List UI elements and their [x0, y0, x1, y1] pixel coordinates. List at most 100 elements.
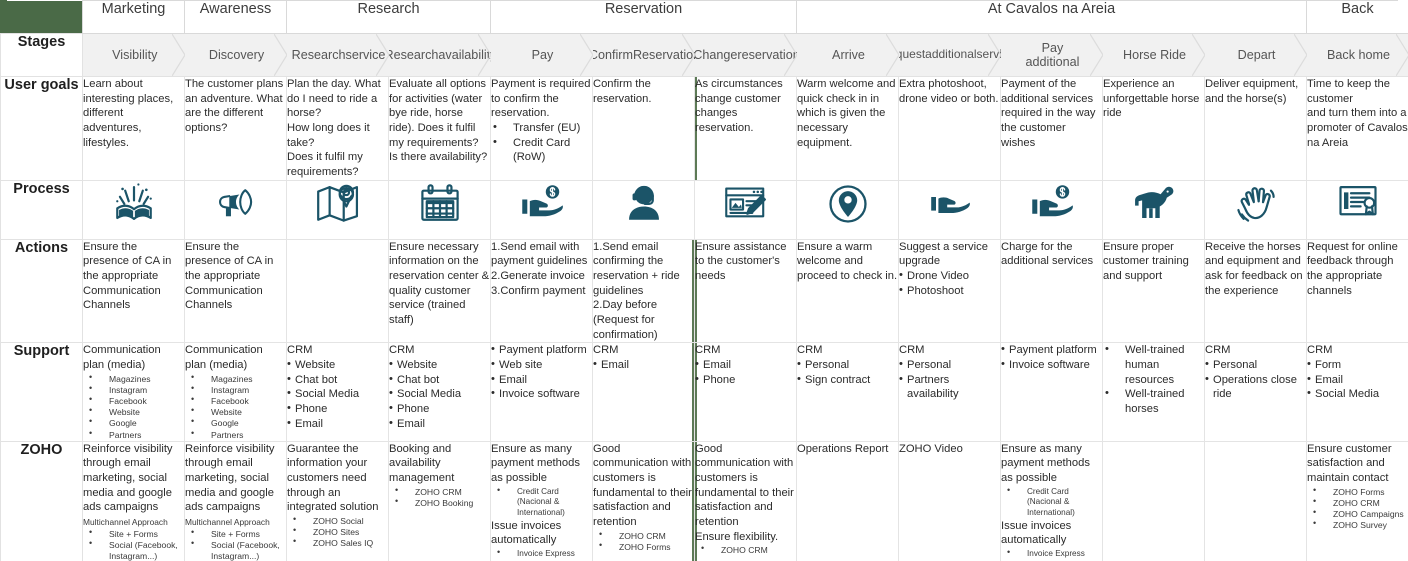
row-label-user-goals: User goals [0, 76, 83, 181]
support-title: CRM [695, 344, 721, 357]
phase-header-row: Marketing Awareness Research Reservation… [0, 0, 1408, 34]
journey-map-canvas: Marketing Awareness Research Reservation… [0, 0, 1408, 561]
process-cell-research-availability [388, 179, 491, 240]
stage-label-line2: availability [438, 47, 491, 62]
megaphone-icon [218, 188, 252, 216]
list-item: Web site [492, 357, 592, 373]
list-item: Site + Forms [84, 527, 184, 540]
location-pin-circle-icon [828, 185, 867, 223]
action-visibility: Ensure the presence of CA in the appropr… [82, 238, 185, 344]
user-goal-confirm-reservation: Confirm the reservation. [592, 76, 695, 181]
support-bullet-list: Website Chat bot Social Media Phone Emai… [390, 357, 490, 431]
list-item: Photoshoot [900, 283, 1000, 299]
stage-discovery[interactable]: Discovery [184, 33, 287, 77]
support-bullet-list: Payment platform Invoice software [1002, 344, 1102, 373]
stage-research-availability[interactable]: Researchavailability [388, 33, 491, 77]
payment-method-list: Transfer (EU) Credit Card (RoW) [492, 120, 592, 165]
stage-label-line2: Reservation [632, 47, 695, 62]
support-title: CRM [287, 344, 313, 357]
user-goal-arrive: Warm welcome and quick check in in which… [796, 76, 899, 181]
stage-label: Confirm [592, 47, 633, 62]
stage-arrive[interactable]: Arrive [796, 33, 899, 77]
list-item: Personal [1206, 357, 1306, 373]
zoho-sub-list: Credit Card (Nacional & International) [492, 485, 592, 519]
user-goal-pay: Payment is required to confirm the reser… [490, 76, 593, 181]
action-arrive: Ensure a warm welcome and proceed to che… [796, 238, 899, 344]
list-item: Phone [696, 372, 796, 388]
support-change-reservation: CRM Email Phone [694, 342, 797, 442]
zoho-sub-list: ZOHO CRM [696, 543, 796, 556]
zoho-request-additional-services: ZOHO Video [898, 440, 1001, 561]
list-item: Website [390, 357, 490, 373]
list-item: Social (Facebook, Instagram...) [186, 538, 286, 561]
process-cell-arrive [796, 179, 899, 240]
hand-money-icon [1031, 184, 1073, 216]
list-item: Credit Card (RoW) [492, 135, 592, 165]
action-back-home: Request for online feedback through the … [1306, 238, 1408, 344]
process-cell-visibility [82, 179, 185, 240]
list-item: Well-trained human resources [1104, 344, 1204, 388]
stage-label: Discovery [208, 47, 265, 62]
row-label-zoho: ZOHO [0, 440, 83, 561]
list-item: Invoice software [1002, 357, 1102, 373]
support-depart: CRM Personal Operations close ride [1204, 342, 1307, 442]
stage-back-home[interactable]: Back home [1306, 33, 1408, 77]
list-item: Transfer (EU) [492, 120, 592, 136]
support-bullet-list: Website Chat bot Social Media Phone Emai… [288, 357, 388, 431]
zoho-horse-ride [1102, 440, 1205, 561]
stage-confirm-reservation[interactable]: ConfirmReservation [592, 33, 695, 77]
stage-change-reservation[interactable]: Changereservation [694, 33, 797, 77]
stage-label: Request [899, 47, 926, 62]
stage-research-service[interactable]: Researchservice [286, 33, 389, 77]
action-research-service [286, 238, 389, 344]
open-book-sparkles-icon [115, 183, 152, 220]
hand-offer-icon [930, 196, 970, 213]
zoho-change-reservation: Good communication with customers is fun… [694, 440, 797, 561]
stage-visibility[interactable]: Visibility [82, 33, 185, 77]
list-item: Invoice Express [1002, 547, 1102, 560]
stage-pay-additional[interactable]: Pay additional [1000, 33, 1103, 77]
list-item: ZOHO Booking [390, 496, 490, 509]
stage-horse-ride[interactable]: Horse Ride [1102, 33, 1205, 77]
list-item: Partners [186, 428, 286, 441]
support-bullet-list: Payment platform Web site Email Invoice … [492, 344, 592, 402]
decorative-corner [1398, 0, 1408, 10]
action-change-reservation: Ensure assistance to the customer's need… [694, 238, 797, 344]
list-item: Chat bot [288, 372, 388, 388]
list-item: Social Media [390, 386, 490, 402]
browser-edit-icon [724, 187, 766, 218]
action-confirm-reservation: 1.Send email confirming the reservation … [592, 238, 695, 344]
list-item: ZOHO Sites [288, 525, 388, 538]
stage-label: Visibility [112, 47, 158, 62]
stage-label: Pay additional [1025, 40, 1080, 69]
user-goal-depart: Deliver equipment, and the horse(s) [1204, 76, 1307, 181]
process-row: Process [0, 179, 1408, 240]
action-research-availability: Ensure necessary information on the rese… [388, 238, 491, 344]
process-cell-depart [1204, 179, 1307, 240]
support-back-home: CRM Form Email Social Media [1306, 342, 1408, 442]
zoho-confirm-reservation: Good communication with customers is fun… [592, 440, 695, 561]
list-item: ZOHO Sales IQ [288, 536, 388, 549]
list-item: Social Media [1308, 386, 1408, 402]
user-goal-visibility: Learn about interesting places, differen… [82, 76, 185, 181]
zoho-research-availability: Booking and availability management ZOHO… [388, 440, 491, 561]
stage-label: Back home [1327, 47, 1390, 62]
list-item: Credit Card (Nacional & International) [1002, 485, 1102, 519]
list-item: Magazines [84, 372, 184, 385]
zoho-pay: Ensure as many payment methods as possib… [490, 440, 593, 561]
stage-pay[interactable]: Pay [490, 33, 593, 77]
stage-depart[interactable]: Depart [1204, 33, 1307, 77]
list-item: Personal [798, 357, 898, 373]
list-item: Facebook [186, 394, 286, 407]
list-item: ZOHO CRM [594, 529, 694, 542]
user-goal-research-service: Plan the day. What do I need to ride a h… [286, 76, 389, 181]
stage-label-line2: reservation [737, 47, 797, 62]
user-goal-discovery: The customer plans an adventure. What ar… [184, 76, 287, 181]
support-title: CRM [389, 344, 415, 357]
row-label-process: Process [0, 179, 83, 240]
stage-request-additional-services[interactable]: Requestadditionalservices [898, 33, 1001, 77]
user-goal-horse-ride: Experience an unforgettable horse ride [1102, 76, 1205, 181]
list-item: Google [84, 416, 184, 429]
row-label-stages: Stages [0, 33, 83, 77]
action-request-additional-services: Suggest a service upgrade Drone Video Ph… [898, 238, 1001, 344]
